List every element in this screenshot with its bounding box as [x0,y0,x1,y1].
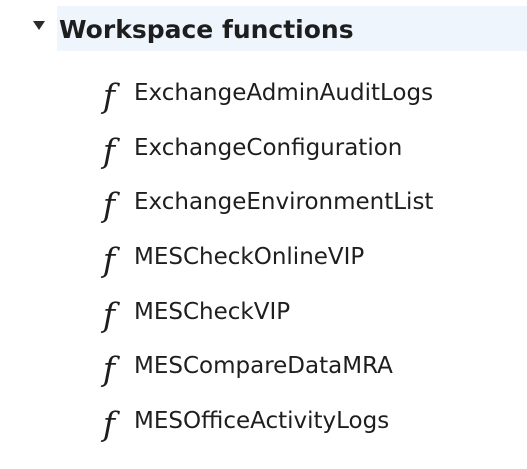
function-item[interactable]: f MESCompareDataMRA [0,343,527,398]
function-icon: f [102,185,116,225]
function-icon: f [102,130,116,170]
function-label: MESCheckOnlineVIP [134,244,365,271]
function-tree: Workspace functions f ExchangeAdminAudit… [0,0,527,469]
function-label: MESOfficeActivityLogs [134,408,390,435]
function-item[interactable]: f MESOfficeActivityLogs [0,398,527,453]
function-icon: f [102,404,116,444]
function-item[interactable]: f MESCheckOnlineVIP [0,234,527,289]
function-item[interactable]: f ExchangeAdminAuditLogs [0,70,527,125]
group-title: Workspace functions [59,15,354,44]
function-label: ExchangeConfiguration [134,134,403,161]
function-label: MESCompareDataMRA [134,353,393,380]
function-list: f ExchangeAdminAuditLogs f ExchangeConfi… [0,70,527,453]
function-item[interactable]: f MESCheckVIP [0,289,527,344]
caret-down-icon[interactable] [33,21,45,30]
function-icon: f [102,294,116,334]
function-icon: f [102,76,116,115]
function-label: MESCheckVIP [134,298,291,325]
function-item[interactable]: f ExchangeConfiguration [0,125,527,180]
function-icon: f [102,349,116,389]
function-label: ExchangeEnvironmentList [134,189,434,216]
workspace-functions-header[interactable]: Workspace functions [57,6,527,51]
function-icon: f [102,240,116,280]
function-label: ExchangeAdminAuditLogs [134,80,434,106]
function-item[interactable]: f ExchangeEnvironmentList [0,179,527,234]
